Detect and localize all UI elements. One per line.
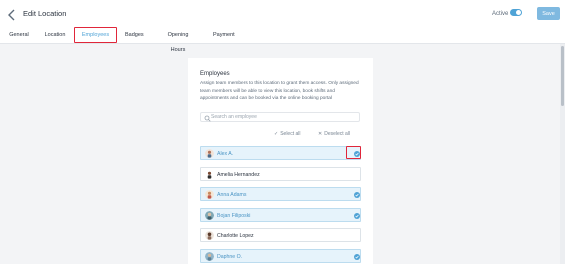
deselect-all-button[interactable]: ✕ Deselect all — [318, 131, 350, 137]
toggle-knob — [516, 10, 521, 15]
tab-badges[interactable]: Badges — [125, 28, 144, 43]
employee-row[interactable]: Charlotte Lopez — [200, 228, 361, 242]
tab-general[interactable]: General — [9, 28, 29, 43]
scrollbar-thumb[interactable] — [561, 46, 564, 106]
tab-opening-hours[interactable]: Opening Hours — [160, 28, 196, 53]
checkmark-icon[interactable] — [354, 191, 360, 198]
avatar — [205, 190, 214, 199]
avatar — [205, 170, 214, 179]
back-arrow-icon[interactable] — [7, 8, 17, 22]
employee-row[interactable]: Daphne O. — [200, 249, 361, 263]
check-icon: ✓ — [274, 131, 279, 137]
page-title: Edit Location — [23, 9, 67, 18]
checkmark-highlight-box — [346, 146, 361, 159]
deselect-icon: ✕ — [318, 131, 323, 137]
save-button[interactable]: Save — [537, 7, 560, 20]
select-all-button[interactable]: ✓ Select all — [274, 131, 301, 137]
section-title: Employees — [200, 71, 230, 77]
employee-name: Bojan Filiposki — [217, 212, 251, 219]
employee-name: Anna Adams — [217, 191, 247, 198]
employee-name: Charlotte Lopez — [217, 232, 254, 239]
deselect-all-label: Deselect all — [324, 131, 351, 137]
checkmark-icon[interactable] — [354, 253, 360, 260]
employee-name: Amelia Hernandez — [217, 171, 260, 178]
active-label: Active — [492, 11, 509, 17]
active-toggle[interactable] — [510, 9, 522, 16]
avatar — [205, 231, 214, 240]
employee-name: Alex A. — [217, 150, 234, 157]
scrollbar[interactable] — [560, 44, 565, 264]
tab-payment[interactable]: Payment — [213, 28, 235, 43]
tab-highlight-box — [74, 27, 117, 43]
search-input[interactable] — [211, 113, 356, 121]
select-all-label: Select all — [280, 131, 301, 137]
employee-row[interactable]: Amelia Hernandez — [200, 167, 361, 181]
employee-name: Daphne O. — [217, 253, 243, 260]
avatar — [205, 252, 214, 261]
employee-row[interactable]: Alex A. — [200, 146, 361, 160]
search-icon — [204, 115, 211, 122]
section-description: Assign team members to this location to … — [200, 81, 359, 101]
avatar — [205, 149, 214, 158]
top-bar: Edit Location Active Save — [0, 0, 565, 30]
tab-bar: General Location Employees Badges Openin… — [0, 27, 565, 53]
search-box — [200, 112, 360, 122]
employees-card: Employees Assign team members to this lo… — [188, 58, 373, 264]
employee-row[interactable]: Anna Adams — [200, 187, 361, 201]
checkmark-icon[interactable] — [354, 212, 360, 219]
employee-row[interactable]: Bojan Filiposki — [200, 208, 361, 222]
avatar — [205, 211, 214, 220]
tab-location[interactable]: Location — [44, 28, 66, 43]
